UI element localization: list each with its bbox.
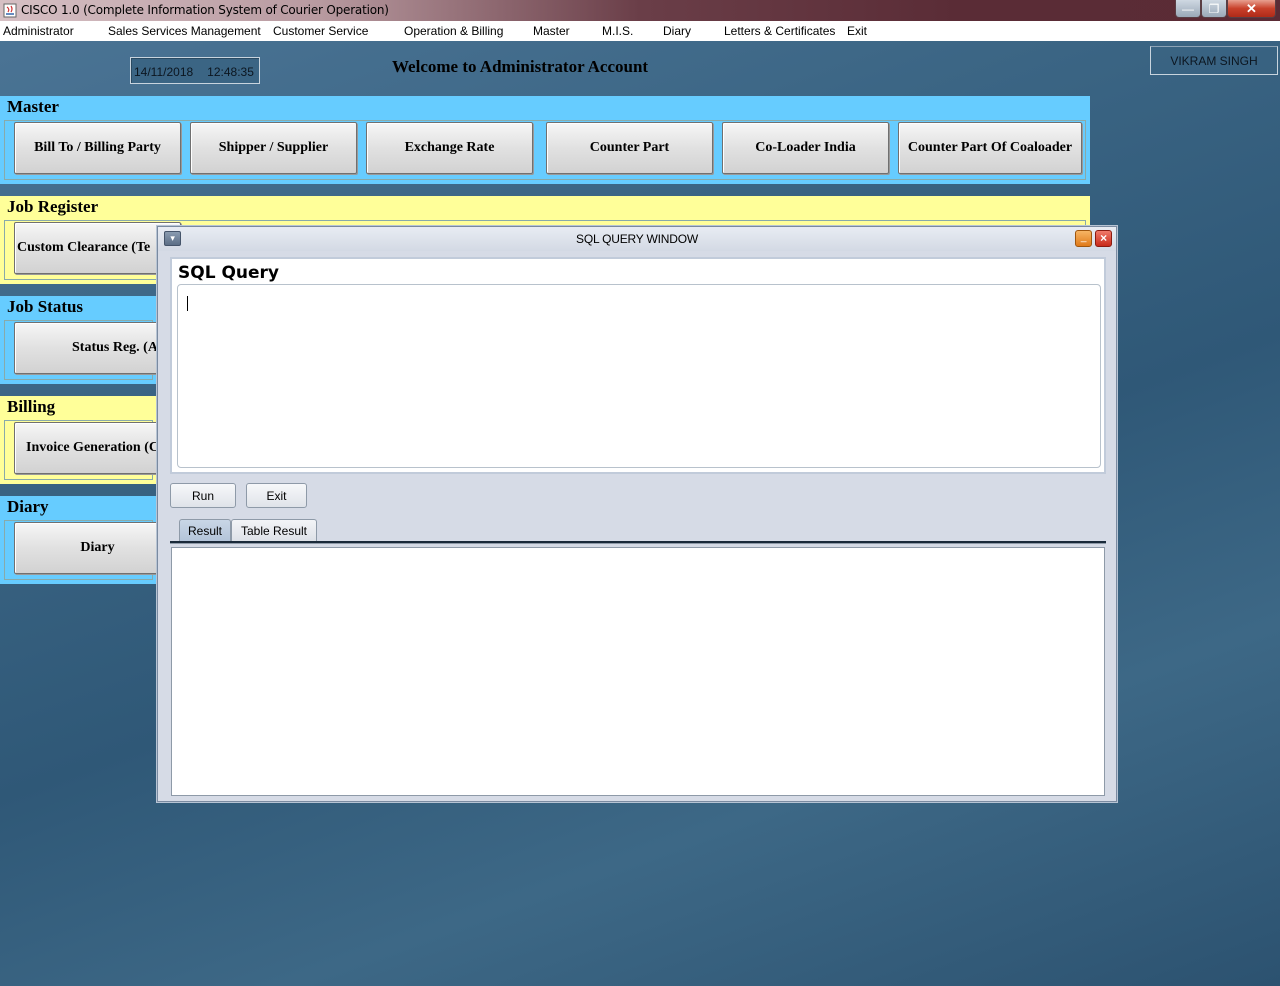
counter-part-button[interactable]: Counter Part: [546, 122, 713, 174]
close-button[interactable]: ✕: [1227, 0, 1276, 18]
section-title-diary: Diary: [0, 496, 157, 517]
user-name-display: VIKRAM SINGH: [1150, 46, 1278, 75]
minimize-button[interactable]: —: [1175, 0, 1201, 18]
section-title-job-register: Job Register: [0, 196, 1090, 217]
exchange-rate-button[interactable]: Exchange Rate: [366, 122, 533, 174]
menu-exit[interactable]: Exit: [847, 24, 867, 38]
minimize-icon: —: [1182, 1, 1194, 16]
sql-query-window: ▾ SQL QUERY WINDOW _ × SQL Query Run Exi…: [157, 226, 1117, 802]
menu-administrator[interactable]: Administrator: [3, 24, 74, 38]
run-button[interactable]: Run: [170, 483, 236, 508]
sql-window-close-icon[interactable]: ×: [1095, 230, 1112, 247]
time-text: 12:48:35: [207, 65, 254, 79]
bill-to-billing-party-button[interactable]: Bill To / Billing Party: [14, 122, 181, 174]
sql-window-minimize-icon[interactable]: _: [1075, 230, 1092, 247]
invoice-generation-button[interactable]: Invoice Generation (C: [14, 422, 181, 474]
welcome-heading: Welcome to Administrator Account: [392, 57, 649, 76]
window-menu-icon[interactable]: ▾: [164, 231, 181, 246]
menu-customer-service[interactable]: Customer Service: [273, 24, 368, 38]
menu-bar: Administrator Sales Services Management …: [0, 21, 1280, 41]
section-title-master: Master: [0, 96, 1090, 117]
sql-query-label: SQL Query: [178, 263, 279, 283]
menu-letters-certificates[interactable]: Letters & Certificates: [724, 24, 835, 38]
diary-button[interactable]: Diary: [14, 522, 181, 574]
sql-window-title-bar[interactable]: ▾ SQL QUERY WINDOW _ ×: [158, 227, 1116, 251]
sql-query-textarea[interactable]: [177, 284, 1101, 468]
menu-diary[interactable]: Diary: [663, 24, 691, 38]
date-time-display: 14/11/2018 12:48:35: [130, 57, 260, 84]
restore-icon: ❐: [1208, 1, 1220, 16]
menu-mis[interactable]: M.I.S.: [602, 24, 633, 38]
window-title: CISCO 1.0 (Complete Information System o…: [21, 3, 389, 17]
sql-query-panel: SQL Query: [170, 257, 1106, 474]
java-app-icon: [3, 3, 17, 18]
counter-part-of-coaloader-button[interactable]: Counter Part Of Coaloader: [898, 122, 1082, 174]
custom-clearance-button[interactable]: Custom Clearance (Te: [14, 222, 181, 274]
maximize-button[interactable]: ❐: [1201, 0, 1227, 18]
status-register-button[interactable]: Status Reg. (A: [14, 322, 181, 374]
section-title-job-status: Job Status: [0, 296, 157, 317]
menu-master[interactable]: Master: [533, 24, 570, 38]
result-panel[interactable]: [171, 547, 1105, 796]
menu-operation-billing[interactable]: Operation & Billing: [404, 24, 503, 38]
tab-underline: [170, 541, 1106, 544]
tab-table-result[interactable]: Table Result: [231, 519, 317, 541]
menu-sales-services-management[interactable]: Sales Services Management: [108, 24, 261, 38]
section-title-billing: Billing: [0, 396, 157, 417]
text-caret: [187, 296, 188, 311]
co-loader-india-button[interactable]: Co-Loader India: [722, 122, 889, 174]
close-icon: ✕: [1246, 0, 1257, 16]
tab-result[interactable]: Result: [179, 519, 231, 541]
shipper-supplier-button[interactable]: Shipper / Supplier: [190, 122, 357, 174]
sql-window-title: SQL QUERY WINDOW: [576, 232, 698, 246]
exit-button[interactable]: Exit: [246, 483, 307, 508]
date-text: 14/11/2018: [134, 65, 194, 79]
app-title-bar: CISCO 1.0 (Complete Information System o…: [0, 0, 1280, 21]
